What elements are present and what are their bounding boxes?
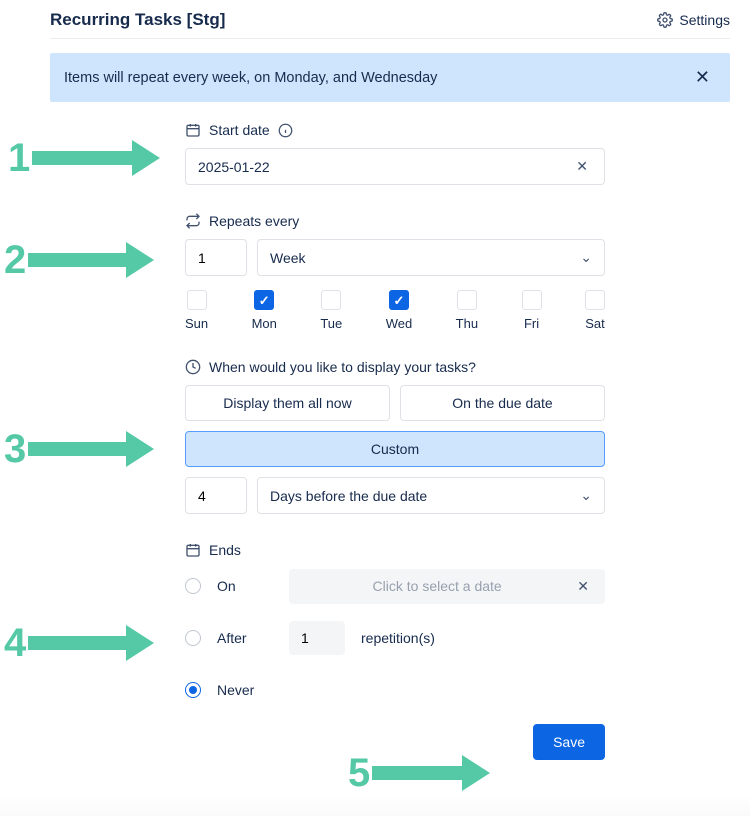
arrow-icon [32,146,162,170]
day-mon: Mon [252,290,277,331]
clock-icon [185,359,201,375]
day-label: Sun [185,316,208,331]
ends-never-label: Never [217,682,273,698]
day-checkbox-sat[interactable] [585,290,605,310]
day-checkbox-wed[interactable] [389,290,409,310]
bottom-fade [0,794,750,816]
info-banner: Items will repeat every week, on Monday,… [50,53,730,102]
clear-icon[interactable]: ✕ [572,158,592,175]
display-due-button[interactable]: On the due date [400,385,605,421]
repeat-unit-select[interactable]: Week ⌄ [257,239,605,276]
repeats-label: Repeats every [209,213,299,229]
repeat-icon [185,213,201,229]
start-date-section: Start date 2025-01-22 ✕ [185,122,605,185]
start-date-value: 2025-01-22 [198,159,572,175]
day-sun: Sun [185,290,208,331]
ends-section: Ends On Click to select a date ✕ After r… [185,542,605,708]
custom-unit-select[interactable]: Days before the due date ⌄ [257,477,605,514]
settings-label: Settings [679,12,730,28]
day-label: Wed [386,316,413,331]
banner-text: Items will repeat every week, on Monday,… [64,70,689,86]
day-label: Mon [252,316,277,331]
day-label: Sat [585,316,605,331]
display-label: When would you like to display your task… [209,359,476,375]
close-icon[interactable]: ✕ [689,67,716,88]
page-title: Recurring Tasks [Stg] [50,10,657,30]
day-wed: Wed [386,290,413,331]
ends-on-placeholder: Click to select a date [301,578,573,594]
day-checkbox-fri[interactable] [522,290,542,310]
ends-after-count-input[interactable] [289,621,345,655]
ends-label: Ends [209,542,241,558]
day-label: Tue [320,316,342,331]
annotation-number: 5 [348,753,370,793]
chevron-down-icon: ⌄ [580,249,592,266]
arrow-icon [372,761,492,785]
ends-after-suffix: repetition(s) [361,630,435,646]
display-all-button[interactable]: Display them all now [185,385,390,421]
display-section: When would you like to display your task… [185,359,605,514]
repeat-count-input[interactable] [185,239,247,276]
day-label: Fri [524,316,539,331]
info-icon[interactable] [278,123,293,138]
calendar-icon [185,122,201,138]
custom-count-input[interactable] [185,477,247,514]
ends-after-radio[interactable] [185,630,201,646]
day-fri: Fri [522,290,542,331]
arrow-icon [28,437,156,461]
calendar-icon [185,542,201,558]
header: Recurring Tasks [Stg] Settings [50,0,730,39]
start-date-input[interactable]: 2025-01-22 ✕ [185,148,605,185]
ends-on-radio[interactable] [185,578,201,594]
day-checkbox-sun[interactable] [187,290,207,310]
chevron-down-icon: ⌄ [580,487,592,504]
day-tue: Tue [320,290,342,331]
repeat-unit-value: Week [270,250,306,266]
day-checkbox-tue[interactable] [321,290,341,310]
repeats-section: Repeats every Week ⌄ Sun Mon Tue Wed Thu Fri S… [185,213,605,331]
ends-on-date-input[interactable]: Click to select a date ✕ [289,569,605,604]
annotation-number: 2 [4,240,26,280]
annotation-number: 3 [4,429,26,469]
save-button[interactable]: Save [533,724,605,760]
ends-never-radio[interactable] [185,682,201,698]
ends-on-label: On [217,578,273,594]
clear-icon[interactable]: ✕ [573,578,593,595]
ends-after-label: After [217,630,273,646]
start-date-label: Start date [209,122,270,138]
day-label: Thu [456,316,478,331]
day-sat: Sat [585,290,605,331]
day-thu: Thu [456,290,478,331]
display-custom-button[interactable]: Custom [185,431,605,467]
custom-unit-value: Days before the due date [270,488,427,504]
arrow-icon [28,248,156,272]
annotation-number: 1 [8,138,30,178]
day-checkbox-thu[interactable] [457,290,477,310]
day-checkbox-mon[interactable] [254,290,274,310]
annotation-number: 4 [4,623,26,663]
gear-icon [657,12,673,28]
arrow-icon [28,631,156,655]
settings-button[interactable]: Settings [657,12,730,28]
